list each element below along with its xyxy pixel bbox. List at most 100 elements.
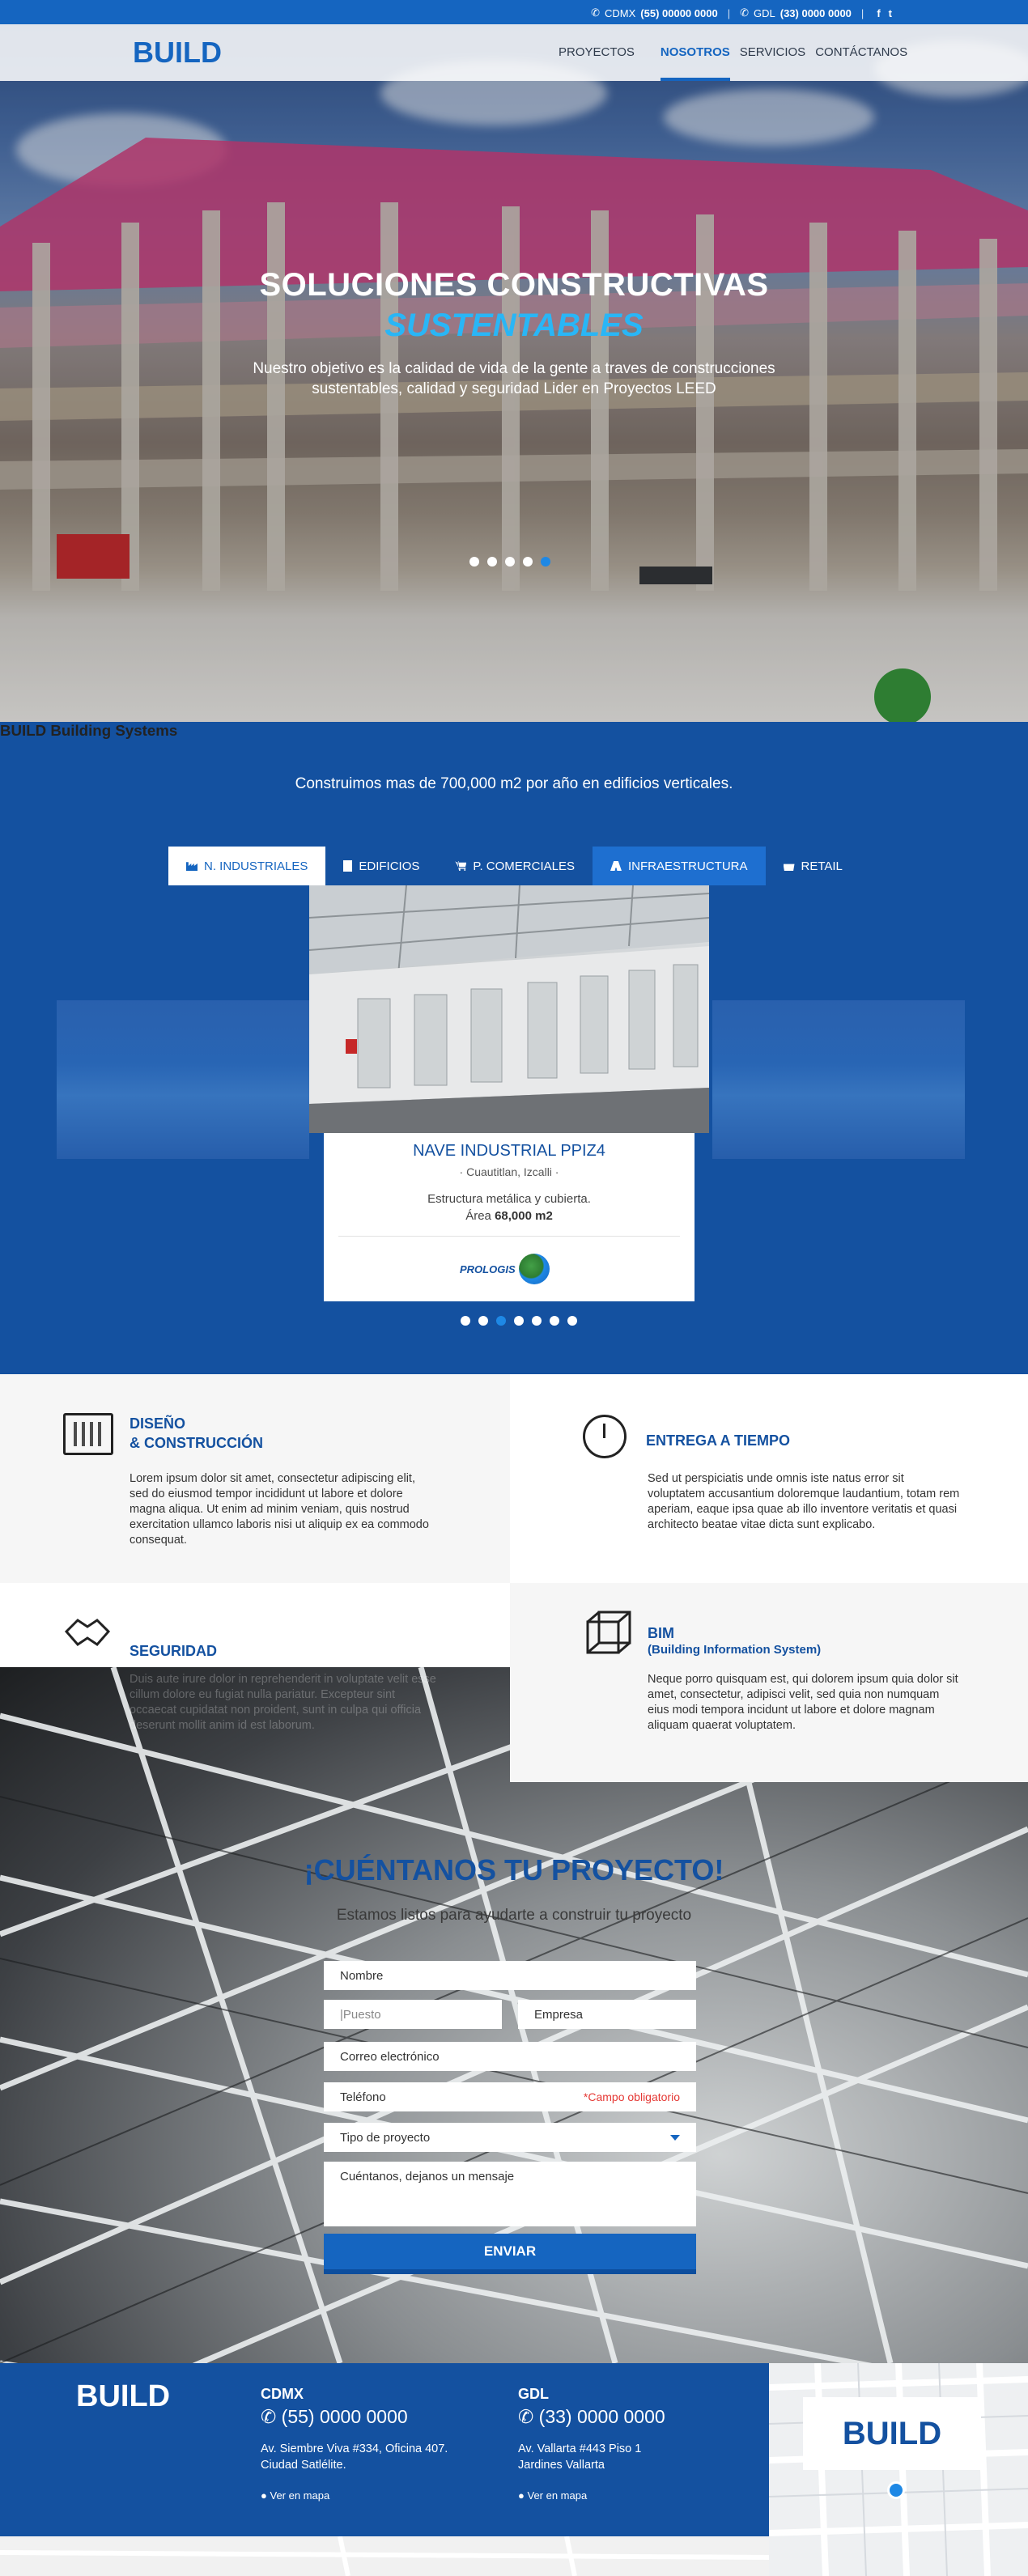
client-logo: PROLOGIS [460, 1253, 560, 1285]
nav-item-servicios[interactable]: SERVICIOS [740, 24, 805, 81]
nav-item-proyectos[interactable]: PROYECTOS [559, 24, 635, 81]
tab-n-industriales[interactable]: N. INDUSTRIALES [168, 847, 326, 885]
twitter-icon[interactable]: t [889, 7, 892, 19]
contact-subtitle: Estamos listos para ayudarte a construir… [336, 1907, 692, 1924]
carousel-dot[interactable] [550, 1316, 559, 1326]
warehouse-interior-illustration [309, 885, 709, 1133]
site-logo[interactable]: BUILD [133, 36, 222, 70]
feature-text: Sed ut perspiciatis unde omnis iste natu… [648, 1472, 960, 1531]
position-field[interactable]: |Puesto [324, 2000, 502, 2029]
carousel-dot[interactable] [496, 1316, 506, 1326]
hero-carousel-dots [469, 557, 550, 567]
carousel-dot[interactable] [567, 1316, 577, 1326]
tab-label: P. COMERCIALES [473, 859, 575, 873]
project-card-structure: Estructura metálica y cubierta. [427, 1192, 591, 1206]
carousel-dot[interactable] [505, 557, 515, 567]
send-button[interactable]: ENVIAR [324, 2234, 696, 2274]
company-field[interactable]: Empresa [518, 2000, 696, 2029]
project-card-area-label: Área [465, 1209, 491, 1223]
tab-label: INFRAESTRUCTURA [627, 859, 748, 873]
office-phone[interactable]: ✆ (55) 0000 0000 [261, 2406, 408, 2428]
project-category-tabs: N. INDUSTRIALES EDIFICIOS P. COMERCIALES… [168, 847, 860, 885]
map-logo: BUILD [803, 2397, 981, 2470]
project-card-area-value: 68,000 m2 [495, 1209, 553, 1223]
address-line: Av. Siembre Viva #334, Oficina 407. [261, 2442, 448, 2455]
project-card-description: Estructura metálica y cubierta. Área 68,… [324, 1190, 695, 1224]
office-phone[interactable]: ✆ (33) 0000 0000 [518, 2406, 665, 2428]
carousel-dot[interactable] [532, 1316, 542, 1326]
tab-edificios[interactable]: EDIFICIOS [325, 847, 437, 885]
phone-icon: ✆ [591, 6, 600, 19]
feature-text: Neque porro quisquam est, qui dolorem ip… [648, 1673, 958, 1732]
main-navbar: BUILD PROYECTOS NOSOTROS SERVICIOS CONTÁ… [0, 24, 1028, 81]
view-map-label: Ver en mapa [270, 2489, 330, 2502]
card-divider [338, 1236, 680, 1237]
road-icon [610, 861, 622, 871]
view-map-label: Ver en mapa [527, 2489, 588, 2502]
name-field[interactable]: Nombre [324, 1961, 696, 1990]
office-phone-number: (33) 0000 0000 [538, 2406, 665, 2427]
topbar-separator: | [727, 6, 731, 19]
map-strip [0, 2536, 770, 2576]
address-line: Av. Vallarta #443 Piso 1 [518, 2442, 642, 2455]
feature-title: BIM [648, 1625, 674, 1641]
building-plan-icon [63, 1413, 113, 1455]
hero-title: SOLUCIONES CONSTRUCTIVAS [259, 267, 769, 303]
carousel-dot[interactable] [523, 557, 533, 567]
carousel-dot[interactable] [487, 557, 497, 567]
stopwatch-icon [583, 1415, 627, 1458]
phone-icon: ✆ [740, 6, 749, 19]
topbar-gdl-label: GDL [754, 6, 775, 19]
carousel-next-card[interactable] [712, 1000, 965, 1159]
map-pin-icon[interactable] [887, 2481, 905, 2499]
nav-item-contactanos[interactable]: CONTÁCTANOS [815, 24, 907, 81]
tab-p-comerciales[interactable]: P. COMERCIALES [437, 847, 593, 885]
phone-field[interactable]: Teléfono *Campo obligatorio [324, 2082, 696, 2111]
handshake-icon [63, 1614, 112, 1653]
feature-title: DISEÑO & CONSTRUCCIÓN [130, 1414, 263, 1453]
hero-content: SOLUCIONES CONSTRUCTIVAS SUSTENTABLES Nu… [0, 24, 1028, 722]
message-textarea[interactable]: Cuéntanos, dejanos un mensaje [324, 2162, 696, 2226]
shopping-bag-icon [783, 864, 795, 871]
topbar-cdmx-phone[interactable]: (55) 00000 0000 [640, 7, 717, 19]
projects-carousel-dots [461, 1316, 577, 1326]
map-marker-icon: ● [261, 2489, 267, 2502]
office-city: CDMX [261, 2386, 304, 2402]
office-city: GDL [518, 2386, 549, 2402]
client-logo-text: PROLOGIS [460, 1263, 516, 1275]
cube-icon [581, 1609, 635, 1659]
carousel-prev-card[interactable] [57, 1000, 309, 1159]
address-line: Ciudad Satlélite. [261, 2459, 346, 2472]
carousel-dot[interactable] [469, 557, 479, 567]
feature-title-line: & CONSTRUCCIÓN [130, 1435, 263, 1451]
phone-field-label: Teléfono [340, 2090, 386, 2104]
feature-subtitle: (Building Information System) [648, 1643, 822, 1657]
tab-label: EDIFICIOS [359, 859, 420, 873]
office-phone-number: (55) 0000 0000 [281, 2406, 408, 2427]
carousel-dot[interactable] [541, 557, 550, 567]
carousel-dot[interactable] [461, 1316, 470, 1326]
office-address: Av. Siembre Viva #334, Oficina 407. Ciud… [261, 2441, 495, 2473]
feature-text: Duis aute irure dolor in reprehenderit i… [130, 1673, 436, 1732]
tab-infraestructura[interactable]: INFRAESTRUCTURA [592, 847, 766, 885]
feature-text: Lorem ipsum dolor sit amet, consectetur … [130, 1472, 429, 1547]
address-line: Jardines Vallarta [518, 2459, 605, 2472]
project-type-select[interactable]: Tipo de proyecto [324, 2123, 696, 2152]
tab-retail[interactable]: RETAIL [766, 847, 860, 885]
main-nav: PROYECTOS NOSOTROS SERVICIOS CONTÁCTANOS [559, 24, 933, 81]
view-map-link[interactable]: ● Ver en mapa [518, 2489, 587, 2502]
view-map-link[interactable]: ● Ver en mapa [261, 2489, 329, 2502]
facebook-icon[interactable]: f [877, 7, 880, 19]
topbar-gdl-phone[interactable]: (33) 0000 0000 [780, 7, 852, 19]
email-field[interactable]: Correo electrónico [324, 2042, 696, 2071]
carousel-dot[interactable] [514, 1316, 524, 1326]
systems-title: BUILD Building Systems [0, 722, 178, 739]
contact-title: ¡CUÉNTANOS TU PROYECTO! [304, 1853, 724, 1886]
hero-text: Nuestro objetivo es la calidad de vida d… [253, 360, 775, 397]
footer-logo[interactable]: BUILD [76, 2379, 170, 2414]
feature-title: ENTREGA A TIEMPO [646, 1432, 791, 1449]
phone-icon: ✆ [261, 2406, 277, 2427]
nav-item-nosotros[interactable]: NOSOTROS [660, 24, 730, 81]
carousel-dot[interactable] [478, 1316, 488, 1326]
hero-subtitle: SUSTENTABLES [384, 308, 644, 343]
